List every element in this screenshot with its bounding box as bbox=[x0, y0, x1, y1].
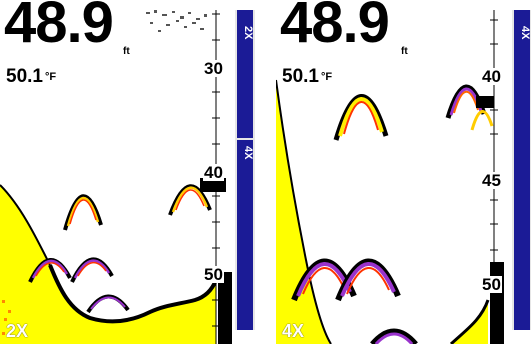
surface-clutter bbox=[146, 10, 207, 32]
temperature-value: 50.1 bbox=[282, 66, 319, 87]
zoom-level-indicator: 4X bbox=[282, 321, 305, 341]
fish-arches bbox=[291, 84, 494, 344]
water-temperature: 50.1 °F bbox=[282, 67, 332, 86]
depth-scale-label: 50 bbox=[203, 265, 224, 284]
zoom-bar-label: 4X bbox=[242, 146, 254, 160]
depth-unit: ft bbox=[123, 46, 130, 57]
zoom-bar-divider bbox=[237, 138, 253, 140]
zoom-bar-label: 4X bbox=[519, 26, 531, 40]
depth-scale-label: 50 bbox=[481, 275, 502, 294]
depth-unit: ft bbox=[401, 46, 408, 57]
depth-scale-label: 45 bbox=[481, 171, 502, 190]
bottom-fill bbox=[276, 80, 331, 344]
zoom-bar[interactable]: 4X bbox=[512, 10, 531, 330]
depth-scale-label: 40 bbox=[481, 67, 502, 86]
temperature-unit: °F bbox=[44, 71, 57, 83]
panel-divider bbox=[255, 0, 276, 344]
sonar-split-screen: 48.9 ft 50.1 °F 30 40 50 2X 2X 4X 48.9 f… bbox=[0, 0, 531, 344]
digital-depth-readout: 48.9 bbox=[4, 0, 114, 55]
zoom-bar[interactable]: 2X 4X bbox=[235, 10, 255, 330]
digital-depth-readout: 48.9 bbox=[280, 0, 390, 55]
sonar-panel-right: 48.9 ft 50.1 °F 40 45 50 4X 4X bbox=[276, 0, 531, 344]
temperature-value: 50.1 bbox=[6, 66, 43, 87]
zoom-bar-top-section bbox=[237, 10, 253, 84]
depth-scale-label: 30 bbox=[203, 59, 224, 78]
zoom-bar-label: 2X bbox=[242, 26, 254, 40]
zoom-level-indicator: 2X bbox=[6, 321, 29, 341]
depth-scale-label: 40 bbox=[203, 163, 224, 182]
temperature-unit: °F bbox=[320, 71, 333, 83]
water-temperature: 50.1 °F bbox=[6, 67, 56, 86]
zoom-bar-track bbox=[514, 10, 530, 330]
sonar-panel-left: 48.9 ft 50.1 °F 30 40 50 2X 2X 4X bbox=[0, 0, 255, 344]
